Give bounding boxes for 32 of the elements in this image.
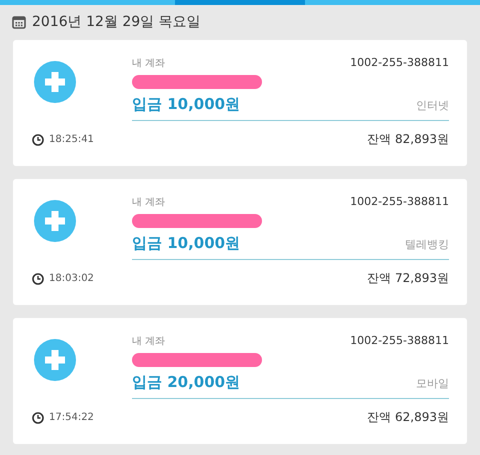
- clock-icon: [32, 272, 44, 284]
- channel-label: 텔레뱅킹: [405, 237, 449, 252]
- tab[interactable]: [0, 0, 175, 5]
- transaction-time: 18:03:02: [49, 273, 94, 284]
- transaction-time: 18:25:41: [49, 134, 94, 145]
- tab[interactable]: [175, 0, 305, 5]
- account-number: 1002-255-388811: [350, 195, 449, 208]
- plus-icon: [34, 200, 76, 242]
- tab[interactable]: [305, 0, 480, 5]
- transaction-time: 17:54:22: [49, 412, 94, 423]
- transaction-card[interactable]: 내 계좌 1002-255-388811 입금 10,000원 인터넷 18:25:41 잔액 82,893원: [13, 40, 467, 166]
- account-label: 내 계좌: [132, 57, 166, 70]
- transaction-card[interactable]: 내 계좌 1002-255-388811 입금 10,000원 텔레뱅킹 18:03:02 잔액 72,893원: [13, 179, 467, 305]
- balance: 잔액 62,893원: [367, 409, 449, 426]
- plus-icon: [34, 61, 76, 103]
- clock-icon: [32, 134, 44, 146]
- balance: 잔액 82,893원: [367, 131, 449, 148]
- deposit-amount: 입금 10,000원: [132, 234, 240, 253]
- deposit-amount: 입금 10,000원: [132, 95, 240, 114]
- plus-icon: [34, 339, 76, 381]
- transaction-card[interactable]: 내 계좌 1002-255-388811 입금 20,000원 모바일 17:54:22 잔액 62,893원: [13, 318, 467, 444]
- date-header: 2016년 12월 29일 목요일: [32, 13, 201, 31]
- deposit-amount: 입금 20,000원: [132, 373, 240, 392]
- account-number: 1002-255-388811: [350, 56, 449, 69]
- balance: 잔액 72,893원: [367, 270, 449, 287]
- account-label: 내 계좌: [132, 335, 166, 348]
- channel-label: 모바일: [416, 376, 449, 391]
- clock-icon: [32, 412, 44, 424]
- calendar-icon: [12, 15, 26, 29]
- account-label: 내 계좌: [132, 196, 166, 209]
- channel-label: 인터넷: [416, 98, 449, 113]
- account-number: 1002-255-388811: [350, 334, 449, 347]
